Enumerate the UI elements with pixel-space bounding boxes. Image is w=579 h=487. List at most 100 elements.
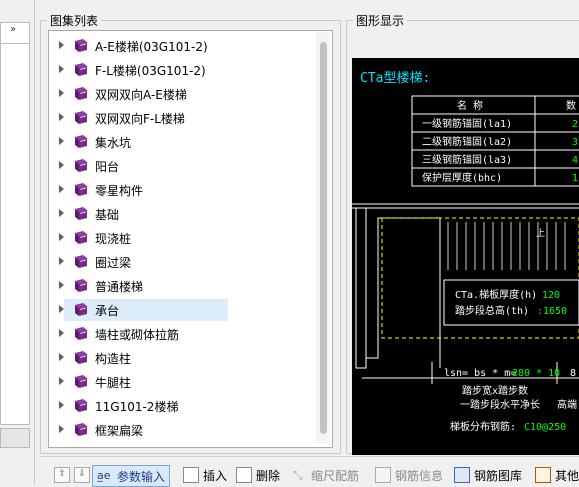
book-icon (75, 207, 87, 220)
expand-arrow-icon[interactable] (59, 305, 64, 313)
tree-scrollbar[interactable] (316, 32, 330, 444)
book-icon (75, 327, 87, 340)
tree-item[interactable]: 框架扁梁 (49, 419, 319, 441)
expand-arrow-icon[interactable] (59, 209, 64, 217)
rebar-library-button[interactable]: 钢筋图库 (454, 465, 522, 485)
expand-arrow-icon[interactable] (59, 425, 64, 433)
book-icon (75, 351, 87, 364)
tree-item[interactable]: 基础 (49, 203, 319, 225)
param-input-button[interactable]: a̲e 参数输入 (92, 465, 171, 487)
tree-item[interactable]: 承台 (59, 299, 228, 321)
expand-arrow-icon[interactable] (59, 113, 64, 121)
tree-item[interactable]: 零星构件 (49, 179, 319, 201)
svg-text:上: 上 (536, 228, 545, 239)
tree-item[interactable]: 墙柱或砌体拉筋 (49, 323, 319, 345)
book-icon (75, 255, 87, 268)
tree-item[interactable]: 双网双向F-L楼梯 (49, 107, 319, 129)
expand-arrows-icon[interactable]: » (10, 24, 16, 35)
tree-item[interactable]: 圈过梁 (49, 251, 319, 273)
tree-item[interactable]: 现浇桩 (49, 227, 319, 249)
distribution-label: 梯板分布钢筋: (450, 420, 516, 433)
rebar-info-icon (375, 467, 391, 483)
delete-icon (236, 467, 252, 483)
graphic-display-title: 图形显示 (356, 14, 405, 28)
thickness-value: 120 (542, 290, 560, 301)
insert-button[interactable]: 插入 (183, 465, 227, 485)
scrollbar-thumb[interactable] (320, 42, 327, 434)
drawing-canvas[interactable]: CTa型楼梯: 名 称 数 一级钢筋锚固(la1) 2 二级钢筋锚固(la2) 3 三级… (352, 58, 579, 455)
expand-arrow-icon[interactable] (59, 353, 64, 361)
book-icon (75, 423, 87, 436)
tree-item[interactable]: 11G101-2楼梯 (49, 395, 319, 417)
param-input-icon: a̲e (97, 469, 111, 482)
table-row-name: 二级钢筋锚固(la2) (422, 135, 512, 148)
rebar-info-button[interactable]: 钢筋信息 (375, 465, 443, 485)
tree-item-label: 框架扁梁 (95, 424, 144, 438)
rebar-library-icon (454, 467, 470, 483)
table-row-name: 保护层厚度(bhc) (422, 171, 502, 184)
move-up-icon[interactable]: ⇧ (54, 467, 70, 483)
expand-arrow-icon[interactable] (59, 65, 64, 73)
left-pane-tab[interactable] (0, 428, 30, 448)
tree-item[interactable]: F-L楼梯(03G101-2) (49, 59, 319, 81)
tree-item-label: 圈过梁 (95, 256, 132, 270)
shrink-rebar-button[interactable]: ⤡ 缩尺配筋 (293, 465, 359, 485)
atlas-tree[interactable]: A-E楼梯(03G101-2) F-L楼梯(03G101-2) 双网双向A-E楼梯双… (48, 30, 333, 448)
expand-arrow-icon[interactable] (59, 377, 64, 385)
book-icon (75, 111, 87, 124)
table-row-value: 1 (572, 173, 578, 184)
stair-drawing: CTa型楼梯: 名 称 数 一级钢筋锚固(la1) 2 二级钢筋锚固(la2) 3 三级… (352, 71, 579, 433)
move-down-icon[interactable]: ⇩ (74, 467, 90, 483)
left-side-pane: » (0, 0, 35, 485)
expand-arrow-icon[interactable] (59, 137, 64, 145)
book-icon (75, 399, 87, 412)
book-icon (75, 39, 87, 52)
expand-arrow-icon[interactable] (59, 89, 64, 97)
expand-arrow-icon[interactable] (59, 41, 64, 49)
tree-item-label: F-L楼梯(03G101-2) (95, 64, 206, 78)
tree-item[interactable]: 普通楼梯 (49, 275, 319, 297)
expand-arrow-icon[interactable] (59, 161, 64, 169)
tree-item-label: 11G101-2楼梯 (95, 400, 179, 414)
insert-icon (183, 467, 199, 483)
distribution-value: C10@250 (524, 422, 566, 433)
tree-item-label: 基础 (95, 208, 120, 222)
table-row-value: 2 (572, 119, 578, 130)
book-icon (75, 279, 87, 292)
formula-tail: 8 (570, 368, 576, 379)
tree-item-label: 阳台 (95, 160, 120, 174)
atlas-list-title: 图集列表 (50, 14, 99, 28)
table-row-name: 一级钢筋锚固(la1) (422, 117, 512, 130)
other-button[interactable]: 其他 (535, 465, 579, 485)
formula-value: 280 * 10 (512, 368, 560, 379)
expand-arrow-icon[interactable] (59, 401, 64, 409)
tree-item-label: 普通楼梯 (95, 280, 144, 294)
book-icon (75, 159, 87, 172)
high-end-label: 高端 (557, 398, 577, 411)
tree-item-label: 双网双向F-L楼梯 (95, 112, 185, 126)
book-icon (75, 183, 87, 196)
tree-item[interactable]: 阳台 (49, 155, 319, 177)
table-header-name: 名 称 (457, 99, 483, 112)
expand-arrow-icon[interactable] (59, 185, 64, 193)
tree-item-label: 牛腿柱 (95, 376, 132, 390)
tree-item-label: 双网双向A-E楼梯 (95, 88, 187, 102)
expand-arrow-icon[interactable] (59, 281, 64, 289)
book-icon (75, 87, 87, 100)
thickness-label: CTa.梯板厚度(h) (455, 288, 537, 301)
expand-arrow-icon[interactable] (59, 257, 64, 265)
tree-item[interactable]: 双网双向A-E楼梯 (49, 83, 319, 105)
table-row-value: 3 (572, 137, 578, 148)
delete-button[interactable]: 删除 (236, 465, 280, 485)
book-icon (75, 135, 87, 148)
expand-arrow-icon[interactable] (59, 233, 64, 241)
book-icon (75, 63, 87, 76)
tree-item-label: 零星构件 (95, 184, 144, 198)
table-header-value: 数 (566, 99, 576, 112)
tree-item[interactable]: 构造柱 (49, 347, 319, 369)
tree-item[interactable]: A-E楼梯(03G101-2) (49, 35, 319, 57)
tree-item[interactable]: 牛腿柱 (49, 371, 319, 393)
tree-item[interactable]: 集水坑 (49, 131, 319, 153)
other-icon (535, 467, 551, 483)
expand-arrow-icon[interactable] (59, 329, 64, 337)
